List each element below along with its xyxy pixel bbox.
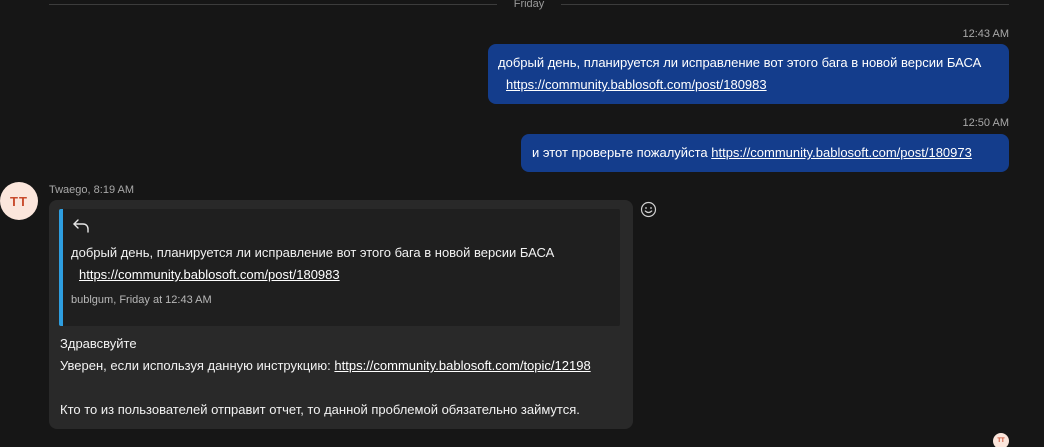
quoted-timestamp: Friday at 12:43 AM [119, 294, 212, 306]
quoted-meta: bublgum, Friday at 12:43 AM [71, 293, 620, 307]
date-divider-line-right [561, 4, 1009, 5]
outgoing-message-time: 12:43 AM [962, 28, 1009, 40]
avatar[interactable]: TT [0, 182, 38, 220]
smiley-icon[interactable] [640, 201, 657, 218]
quoted-message[interactable]: добрый день, планируется ли исправление … [59, 209, 620, 326]
quoted-author: bublgum [71, 294, 114, 306]
quoted-text: добрый день, планируется ли исправление … [71, 245, 555, 260]
sender-line: Twaego, 8:19 AM [49, 184, 134, 196]
reply-body: Здравсвуйте Уверен, если используя данну… [60, 333, 630, 421]
reply-arrow-icon [73, 219, 89, 233]
message-link[interactable]: https://community.bablosoft.com/post/180… [711, 145, 972, 160]
message-text: и этот проверьте пожалуйста [532, 145, 708, 160]
message-text: добрый день, планируется ли исправление … [498, 55, 982, 70]
incoming-message-time: 8:19 AM [93, 184, 135, 196]
outgoing-message-bubble[interactable]: и этот проверьте пожалуйста https://comm… [521, 134, 1009, 172]
message-link[interactable]: https://community.bablosoft.com/post/180… [506, 77, 767, 92]
read-receipt-avatar: TT [993, 433, 1009, 447]
chat-message-pane: Friday 12:43 AM добрый день, планируется… [0, 0, 1044, 447]
incoming-message-bubble[interactable]: добрый день, планируется ли исправление … [49, 200, 633, 429]
avatar-initials: TT [10, 193, 28, 209]
reply-greeting: Здравсвуйте [60, 336, 137, 351]
date-divider-line-left [49, 4, 497, 5]
reply-blank-line [60, 377, 630, 399]
outgoing-message-bubble[interactable]: добрый день, планируется ли исправление … [488, 44, 1009, 104]
outgoing-message-time: 12:50 AM [962, 117, 1009, 129]
date-divider-label: Friday [513, 0, 545, 10]
reply-line-text: Уверен, если используя данную инструкцию… [60, 358, 331, 373]
reply-line: Уверен, если используя данную инструкцию… [60, 355, 630, 377]
reply-closing: Кто то из пользователей отправит отчет, … [60, 402, 580, 417]
read-receipt-initials: TT [997, 438, 1005, 444]
sender-name: Twaego [49, 184, 88, 196]
quoted-link[interactable]: https://community.bablosoft.com/post/180… [79, 267, 340, 282]
reply-link[interactable]: https://community.bablosoft.com/topic/12… [334, 358, 590, 373]
